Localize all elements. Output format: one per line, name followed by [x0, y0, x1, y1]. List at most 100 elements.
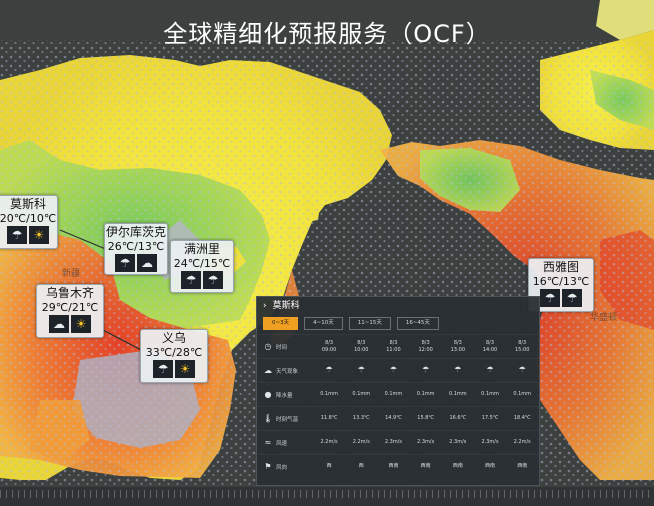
city-card-irkutsk[interactable]: 伊尔库茨克 26℃/13℃ ☂ ☁ — [104, 223, 168, 275]
row-label: ⚑ 风向 — [257, 462, 313, 471]
city-name: 义乌 — [161, 331, 186, 345]
table-cell: ☂ — [345, 366, 377, 375]
table-cell: 西南 — [388, 463, 399, 469]
city-name: 莫斯科 — [9, 197, 46, 211]
tab-4-10-days[interactable]: 4~10天 — [304, 317, 343, 330]
clock-icon: ◷ — [264, 342, 272, 351]
city-temp: 16℃/13℃ — [532, 275, 590, 288]
table-cell: 西南 — [420, 463, 431, 469]
rain-cloud-icon: ☂ — [422, 365, 430, 374]
table-cell: 8/3 10:00 — [345, 340, 377, 354]
forecast-tabs: 0~3天 4~10天 11~15天 16~45天 — [257, 315, 539, 334]
sun-icon: ☀ — [29, 226, 49, 244]
city-name: 伊尔库茨克 — [105, 225, 166, 239]
table-cell: 2.2m/s — [320, 439, 338, 445]
table-cell: 2.3m/s — [481, 439, 499, 445]
table-cell: 2.3m/s — [417, 439, 435, 445]
cell-time: 11:00 — [386, 346, 401, 353]
table-cell: ☂ — [410, 366, 442, 375]
row-label: ● 降水量 — [257, 390, 313, 399]
cell-date: 8/3 — [486, 339, 495, 346]
cell-time: 15:00 — [515, 346, 530, 353]
weather-icon: ☁ — [264, 366, 272, 375]
table-cell: 8/3 11:00 — [377, 340, 409, 354]
city-card-manzhouli[interactable]: 满洲里 24℃/15℃ ☂ ☂ — [170, 240, 234, 293]
rain-cloud-icon: ☂ — [357, 365, 365, 374]
wind-direction-icon: ⚑ — [264, 462, 272, 471]
map-label-xinjiang: 新疆 — [62, 269, 81, 279]
table-cell: 0.1mm — [320, 391, 338, 397]
table-cell: 11.8℃ — [320, 415, 338, 421]
rain-cloud-icon: ☂ — [518, 365, 526, 374]
table-cell: 18.4℃ — [513, 415, 531, 421]
wind-icon: ≈ — [264, 438, 272, 447]
rain-cloud-icon: ☂ — [486, 365, 494, 374]
row-label-text: 天气现象 — [276, 368, 299, 375]
cell-time: 10:00 — [354, 346, 369, 353]
table-cell: 2.3m/s — [384, 439, 403, 445]
table-cell: 西南 — [452, 463, 463, 469]
row-label: ≈ 风速 — [257, 438, 313, 447]
table-cell: 西 — [326, 463, 332, 469]
map-label-washington: 华盛顿 — [590, 313, 618, 323]
city-temp: 33℃/28℃ — [145, 346, 203, 359]
cell-date: 8/3 — [357, 339, 366, 346]
chevron-right-icon[interactable]: › — [263, 301, 267, 311]
table-row-temp: 🌡 时刻气温 11.8℃ 13.3℃ 14.9℃ 15.8℃ 16.6℃ 17.5℃ 18.4℃ — [257, 406, 539, 430]
tab-11-15-days[interactable]: 11~15天 — [348, 317, 391, 330]
table-cell: 0.1mm — [416, 391, 435, 397]
cell-date: 8/3 — [453, 339, 462, 346]
rain-cloud-icon: ☂ — [389, 365, 398, 374]
tab-0-3-days[interactable]: 0~3天 — [263, 317, 299, 330]
city-card-moscow[interactable]: 莫斯科 20℃/10℃ ☂ ☀ — [0, 195, 58, 249]
rain-cloud-icon: ☂ — [7, 226, 27, 244]
table-cell: 8/3 15:00 — [506, 340, 538, 354]
row-label-text: 风速 — [276, 440, 288, 447]
cloud-icon: ☁ — [49, 315, 69, 333]
table-cell: 0.1mm — [448, 391, 467, 397]
table-cell: 15.8℃ — [417, 415, 435, 421]
city-temp: 24℃/15℃ — [173, 257, 231, 270]
table-cell: 0.1mm — [352, 391, 371, 397]
table-cell: 8/3 09:00 — [313, 340, 345, 354]
tab-16-45-days[interactable]: 16~45天 — [396, 317, 439, 330]
table-cell: ☂ — [442, 366, 474, 375]
rain-cloud-icon: ☂ — [454, 365, 462, 374]
cell-time: 14:00 — [482, 346, 498, 353]
city-card-urumqi[interactable]: 乌鲁木齐 29℃/21℃ ☁ ☀ — [36, 284, 104, 338]
table-row-weather: ☁ 天气现象 ☂ ☂ ☂ ☂ ☂ ☂ ☂ — [257, 358, 539, 382]
row-label-text: 时刻气温 — [276, 416, 299, 423]
cloud-icon: ☁ — [137, 254, 157, 272]
forecast-table: ◷ 时间 8/3 09:00 8/3 10:00 8/3 11:00 8/3 12:00 8/3 13… — [257, 334, 539, 478]
table-cell: ☂ — [474, 366, 506, 375]
table-row-wind_speed: ≈ 风速 2.2m/s 2.2m/s 2.3m/s 2.3m/s 2.3m/s 2.3m/s 2… — [257, 430, 539, 454]
city-temp: 26℃/13℃ — [107, 240, 165, 253]
table-cell: 8/3 14:00 — [474, 340, 506, 354]
row-label: ☁ 天气现象 — [257, 366, 313, 375]
table-cell: 2.2m/s — [513, 439, 531, 445]
table-cell: 16.6℃ — [449, 415, 467, 421]
table-cell: 17.5℃ — [481, 415, 499, 421]
city-temp: 29℃/21℃ — [41, 301, 99, 314]
row-label-text: 时间 — [276, 344, 288, 351]
thermometer-icon: 🌡 — [263, 414, 274, 423]
timeline-ticks — [0, 490, 654, 498]
table-cell: ☂ — [506, 366, 538, 375]
table-cell: 2.2m/s — [352, 439, 370, 445]
cell-time: 09:00 — [321, 346, 337, 353]
table-cell: 西南 — [485, 463, 496, 469]
table-cell: 13.3℃ — [352, 415, 370, 421]
cell-date: 8/3 — [325, 339, 334, 346]
city-card-yiwu[interactable]: 义乌 33℃/28℃ ☂ ☀ — [140, 329, 208, 383]
table-cell: ☂ — [313, 366, 345, 375]
table-cell: 2.3m/s — [449, 439, 467, 445]
table-row-time: ◷ 时间 8/3 09:00 8/3 10:00 8/3 11:00 8/3 12:00 8/3 13… — [257, 334, 539, 358]
city-name: 满洲里 — [183, 242, 220, 256]
rain-cloud-icon: ☂ — [203, 271, 223, 289]
table-row-precip: ● 降水量 0.1mm 0.1mm 0.1mm 0.1mm 0.1mm 0.1mm 0.1mm — [257, 382, 539, 406]
city-name: 乌鲁木齐 — [45, 286, 94, 300]
table-cell: 0.1mm — [513, 391, 532, 397]
rain-cloud-icon: ☂ — [115, 254, 135, 272]
table-cell: 0.1mm — [384, 391, 403, 397]
row-label: ◷ 时间 — [257, 342, 313, 351]
